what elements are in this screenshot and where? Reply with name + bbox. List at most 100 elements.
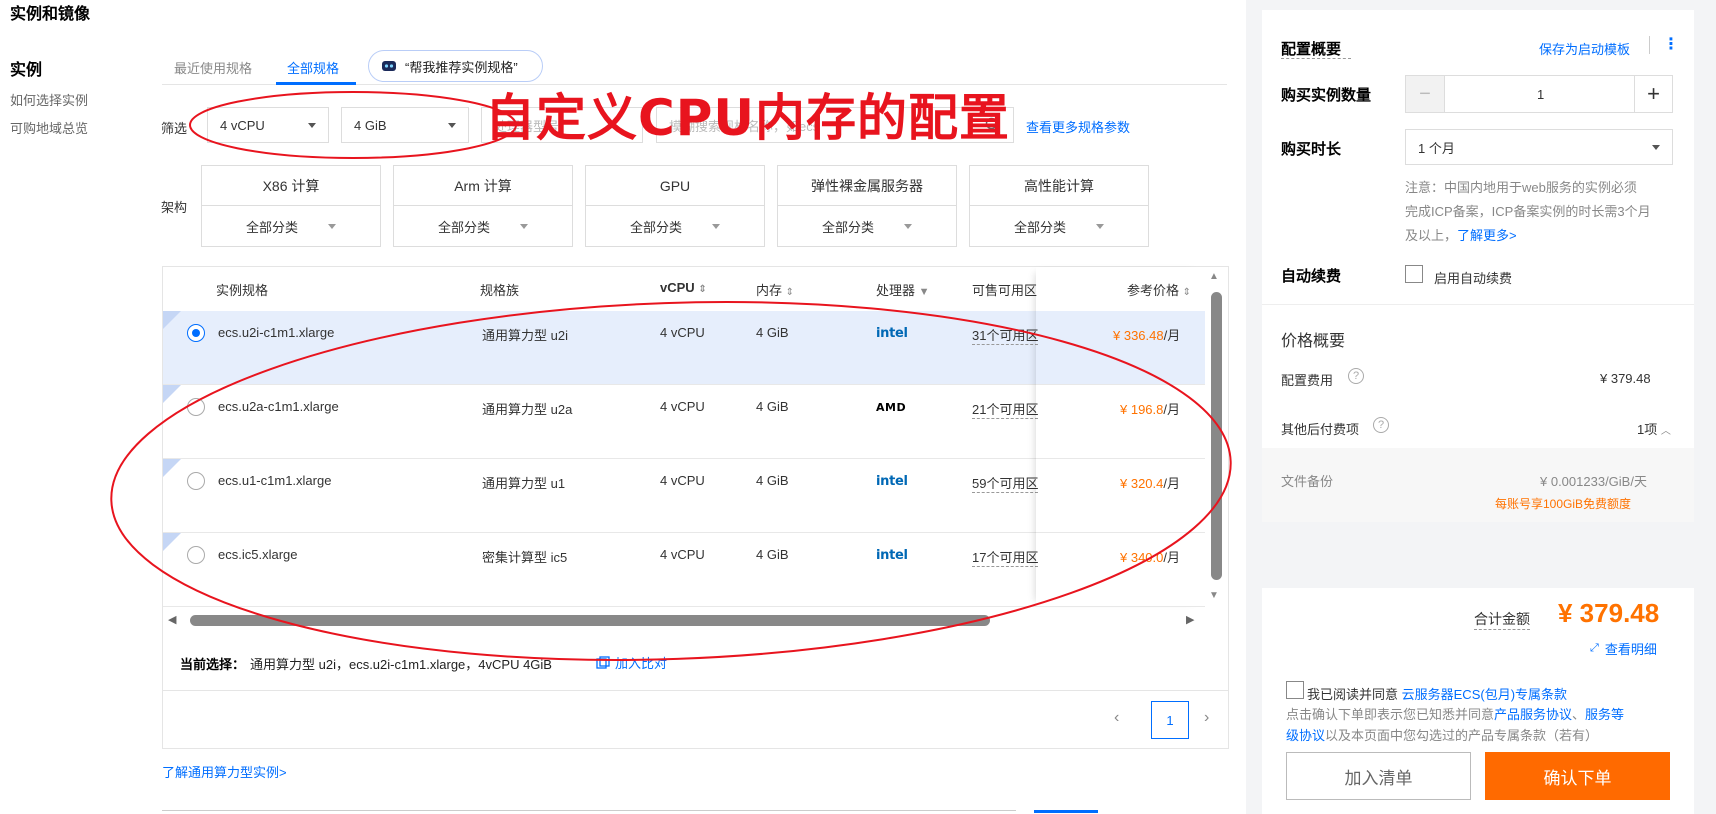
- arch-category-select[interactable]: 全部分类: [778, 206, 956, 246]
- sla-link[interactable]: 级协议: [1286, 728, 1325, 743]
- view-detail-label: 查看明细: [1604, 642, 1657, 657]
- arch-card-bare-metal[interactable]: 弹性裸金属服务器 全部分类: [777, 165, 957, 247]
- arch-category-value: 全部分类: [629, 219, 682, 235]
- chevron-down-icon: [712, 223, 720, 229]
- spec-name: ecs.u1-c1m1.xlarge: [218, 473, 332, 488]
- next-page-icon[interactable]: ›: [1204, 709, 1209, 727]
- arch-card-x86[interactable]: X86 计算 全部分类: [201, 165, 381, 247]
- help-icon[interactable]: ?: [1348, 368, 1364, 384]
- backup-free-quota: 每账号享100GiB免费额度: [1495, 497, 1632, 511]
- quantity-value[interactable]: 1: [1537, 87, 1544, 102]
- add-to-cart-button[interactable]: 加入清单: [1286, 752, 1471, 800]
- auto-renew-label: 自动续费: [1281, 268, 1342, 285]
- page-number-button[interactable]: 1: [1151, 701, 1189, 739]
- row-radio[interactable]: [187, 472, 205, 490]
- duration-select[interactable]: 1 个月: [1405, 129, 1673, 165]
- sla-link[interactable]: 服务等: [1585, 707, 1624, 722]
- spec-memory: 4 GiB: [756, 547, 789, 562]
- learn-more-link[interactable]: 了解通用算力型实例>: [162, 762, 287, 781]
- confirm-order-button[interactable]: 确认下单: [1485, 752, 1670, 800]
- vertical-scrollbar-thumb[interactable]: [1211, 292, 1222, 580]
- arch-category-select[interactable]: 全部分类: [970, 206, 1148, 246]
- chevron-up-icon: ︿: [1660, 426, 1671, 437]
- scroll-left-icon[interactable]: ◀: [168, 613, 176, 626]
- tab-recent-specs[interactable]: 最近使用规格: [174, 58, 252, 77]
- memory-select[interactable]: 4 GiB: [341, 107, 469, 143]
- compare-icon: [596, 655, 610, 669]
- spec-family: 通用算力型 u2a: [482, 402, 573, 417]
- backup-price: ¥ 0.001233/GiB/天: [1540, 474, 1647, 489]
- row-radio[interactable]: [187, 398, 205, 416]
- compare-corner-icon[interactable]: [163, 385, 181, 403]
- learn-more-icp-link[interactable]: 了解更多>: [1457, 228, 1517, 243]
- icp-notice-line: 完成ICP备案，ICP备案实例的时长需3个月: [1405, 204, 1651, 219]
- spec-zones[interactable]: 31个可用区: [972, 325, 1038, 345]
- header-separator: [1649, 36, 1650, 54]
- chevron-down-icon: [1096, 223, 1104, 229]
- tab-all-specs[interactable]: 全部规格: [287, 58, 339, 77]
- spec-zones[interactable]: 17个可用区: [972, 547, 1038, 567]
- prev-page-icon[interactable]: ‹: [1114, 709, 1119, 727]
- compare-corner-icon[interactable]: [163, 533, 181, 551]
- sidebar-link-how-to-choose[interactable]: 如何选择实例: [10, 90, 88, 109]
- spec-zones[interactable]: 59个可用区: [972, 473, 1038, 493]
- arch-card-arm[interactable]: Arm 计算 全部分类: [393, 165, 573, 247]
- agree-text: 我已阅读并同意: [1307, 687, 1399, 702]
- row-radio[interactable]: [187, 546, 205, 564]
- total-label: 合计金额: [1474, 609, 1530, 630]
- service-agreement-link[interactable]: 产品服务协议: [1494, 707, 1572, 722]
- duration-value: 1 个月: [1418, 140, 1455, 156]
- arch-category-value: 全部分类: [1013, 219, 1066, 235]
- increment-button[interactable]: +: [1635, 76, 1672, 112]
- decrement-button[interactable]: −: [1406, 76, 1444, 112]
- scroll-up-icon[interactable]: ▲: [1209, 271, 1219, 282]
- view-detail-link[interactable]: ⤢ 查看明细: [1590, 639, 1657, 658]
- arch-card-title: X86 计算: [202, 166, 380, 206]
- column-header-processor[interactable]: 处理器 ▼: [876, 280, 930, 299]
- arch-card-gpu[interactable]: GPU 全部分类: [585, 165, 765, 247]
- arch-card-title: GPU: [586, 166, 764, 206]
- more-menu-icon[interactable]: ⋮: [1663, 34, 1679, 54]
- compare-corner-icon[interactable]: [163, 311, 181, 329]
- other-fee-toggle[interactable]: 1项 ︿: [1637, 419, 1671, 438]
- current-selection-text: 通用算力型 u2i，ecs.u2i-c1m1.xlarge，4vCPU 4GiB: [250, 657, 552, 672]
- scroll-down-icon[interactable]: ▼: [1209, 590, 1219, 601]
- more-params-link[interactable]: 查看更多规格参数: [1026, 117, 1130, 136]
- auto-renew-checkbox[interactable]: [1405, 265, 1423, 283]
- chevron-down-icon: [904, 223, 912, 229]
- spec-memory: 4 GiB: [756, 325, 789, 340]
- sidebar-link-region-overview[interactable]: 可购地域总览: [10, 118, 88, 137]
- row-radio[interactable]: [187, 324, 205, 342]
- arch-category-select[interactable]: 全部分类: [586, 206, 764, 246]
- spec-vcpu: 4 vCPU: [660, 325, 705, 340]
- ecs-terms-link[interactable]: 云服务器ECS(包月)专属条款: [1402, 687, 1567, 702]
- add-compare-link[interactable]: 加入比对: [596, 653, 667, 672]
- column-header-spec: 实例规格: [216, 283, 269, 298]
- amd-logo-icon: AMD: [876, 401, 907, 414]
- agree-line: 我已阅读并同意 云服务器ECS(包月)专属条款: [1307, 684, 1567, 703]
- spec-name: ecs.u2a-c1m1.xlarge: [218, 399, 339, 414]
- page-title: 实例和镜像: [10, 6, 91, 23]
- config-fee-value: ¥ 379.48: [1600, 371, 1651, 386]
- arch-card-title: 高性能计算: [970, 166, 1148, 206]
- spec-zones[interactable]: 21个可用区: [972, 399, 1038, 419]
- arch-category-select[interactable]: 全部分类: [202, 206, 380, 246]
- spec-vcpu: 4 vCPU: [660, 473, 705, 488]
- column-header-memory[interactable]: 内存 ⇕: [756, 280, 794, 299]
- arch-category-value: 全部分类: [437, 219, 490, 235]
- help-icon[interactable]: ?: [1373, 417, 1389, 433]
- arch-card-title: 弹性裸金属服务器: [778, 166, 956, 206]
- agree-checkbox[interactable]: [1286, 681, 1304, 699]
- arch-category-select[interactable]: 全部分类: [394, 206, 572, 246]
- column-header-memory-label: 内存: [756, 283, 783, 298]
- column-header-vcpu[interactable]: vCPU ⇕: [660, 280, 707, 295]
- scroll-right-icon[interactable]: ▶: [1186, 613, 1194, 626]
- bottom-button-edge: [1034, 810, 1098, 813]
- arch-card-hpc[interactable]: 高性能计算 全部分类: [969, 165, 1149, 247]
- auto-renew-option[interactable]: 启用自动续费: [1434, 268, 1512, 287]
- horizontal-scrollbar-thumb[interactable]: [190, 615, 990, 626]
- vcpu-select[interactable]: 4 vCPU: [207, 107, 329, 143]
- stepper-divider: [1444, 76, 1445, 112]
- save-template-link[interactable]: 保存为启动模板: [1539, 39, 1630, 58]
- compare-corner-icon[interactable]: [163, 459, 181, 477]
